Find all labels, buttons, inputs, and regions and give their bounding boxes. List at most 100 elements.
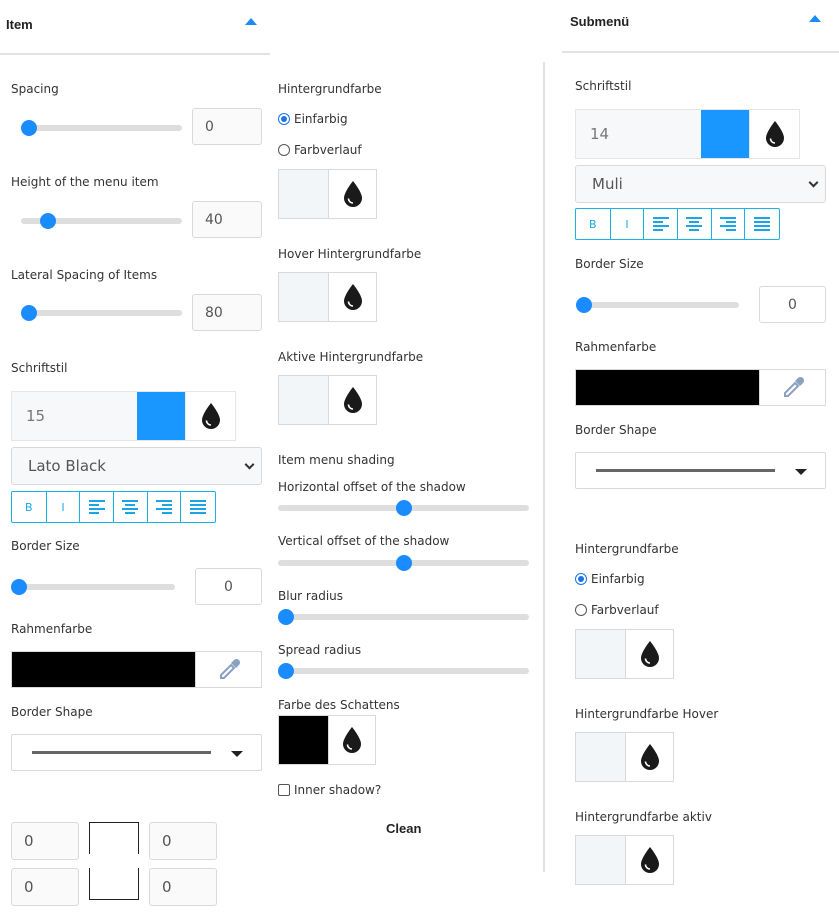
clean-button[interactable]: Clean (386, 821, 421, 836)
submenu-bg-active-picker[interactable] (575, 835, 674, 885)
height-slider[interactable] (21, 213, 182, 229)
italic-button[interactable]: I (45, 492, 80, 522)
color-drop-icon[interactable] (625, 630, 673, 678)
lateral-spacing-slider[interactable] (21, 305, 182, 321)
border-size-value-input[interactable]: 0 (195, 568, 262, 605)
collapse-caret-icon[interactable] (245, 18, 257, 25)
slider-thumb[interactable] (576, 297, 592, 313)
align-right-button[interactable] (710, 209, 745, 239)
background-color-swatch[interactable] (279, 170, 328, 218)
submenu-border-color-picker[interactable] (575, 369, 826, 406)
radio-dot[interactable] (278, 144, 290, 156)
slider-thumb[interactable] (11, 579, 27, 595)
radius-bottom-left-input[interactable]: 0 (11, 868, 79, 906)
color-drop-icon[interactable] (328, 170, 376, 218)
submenu-font-color-swatch[interactable] (700, 110, 750, 158)
color-drop-icon[interactable] (625, 836, 673, 884)
align-justify-button[interactable] (744, 209, 779, 239)
radius-top-left-input[interactable]: 0 (11, 822, 79, 860)
shadow-color-swatch[interactable] (279, 716, 328, 764)
submenu-border-color-swatch[interactable] (576, 370, 759, 405)
shadow-color-picker[interactable] (278, 715, 376, 765)
font-color-swatch[interactable] (136, 392, 186, 440)
spacing-value-input[interactable]: 0 (192, 108, 262, 145)
border-size-slider[interactable] (11, 579, 175, 595)
submenu-border-size-value-input[interactable]: 0 (759, 286, 826, 323)
radio-dot-selected[interactable] (575, 573, 587, 585)
submenu-font-style-label: Schriftstil (575, 79, 632, 93)
submenu-bg-hover-picker[interactable] (575, 732, 674, 782)
slider-thumb[interactable] (395, 555, 412, 571)
slider-thumb[interactable] (278, 663, 294, 679)
checkbox-box[interactable] (278, 784, 290, 796)
color-drop-icon[interactable] (185, 392, 235, 440)
active-background-swatch[interactable] (279, 376, 328, 424)
submenu-bg-hover-swatch[interactable] (576, 733, 625, 781)
slider-track (21, 125, 182, 131)
align-left-button[interactable] (643, 209, 677, 239)
submenu-bg-active-swatch[interactable] (576, 836, 625, 884)
slider-thumb[interactable] (21, 120, 37, 136)
eyedropper-button[interactable] (759, 370, 825, 405)
submenu-radio-solid[interactable]: Einfarbig (575, 572, 645, 586)
italic-button[interactable]: I (609, 209, 644, 239)
active-background-picker[interactable] (278, 375, 377, 425)
spread-radius-slider[interactable] (278, 663, 529, 679)
lateral-spacing-value-input[interactable]: 80 (192, 294, 262, 331)
radio-gradient[interactable]: Farbverlauf (278, 143, 362, 157)
color-drop-icon[interactable] (328, 376, 376, 424)
color-drop-icon[interactable] (328, 273, 376, 321)
submenu-font-family-select[interactable]: Muli (575, 165, 826, 203)
v-offset-label: Vertical offset of the shadow (278, 534, 450, 548)
blur-radius-slider[interactable] (278, 609, 529, 625)
height-value-input[interactable]: 40 (192, 201, 262, 238)
border-shape-select[interactable] (11, 734, 262, 771)
align-justify-button[interactable] (180, 492, 215, 522)
align-right-button[interactable] (146, 492, 181, 522)
collapse-caret-icon[interactable] (809, 15, 821, 22)
slider-thumb[interactable] (395, 500, 412, 516)
submenu-background-picker[interactable] (575, 629, 674, 679)
align-center-button[interactable] (113, 492, 147, 522)
border-color-swatch[interactable] (12, 652, 195, 687)
h-offset-slider[interactable] (278, 500, 529, 516)
bold-button[interactable]: B (12, 492, 46, 522)
submenu-background-swatch[interactable] (576, 630, 625, 678)
radio-solid[interactable]: Einfarbig (278, 112, 348, 126)
submenu-border-size-slider[interactable] (576, 297, 739, 313)
submenu-radio-gradient[interactable]: Farbverlauf (575, 603, 659, 617)
slider-thumb[interactable] (21, 305, 37, 321)
slider-thumb[interactable] (39, 213, 56, 229)
eyedropper-icon (783, 376, 804, 397)
submenu-border-shape-select[interactable] (575, 452, 826, 489)
spacing-slider[interactable] (21, 120, 182, 136)
eyedropper-button[interactable] (195, 652, 261, 687)
radius-bottom-right-input[interactable]: 0 (149, 868, 217, 906)
inner-shadow-checkbox[interactable]: Inner shadow? (278, 783, 381, 797)
v-offset-slider[interactable] (278, 555, 529, 571)
font-size-input[interactable]: 15 (12, 392, 137, 440)
radio-dot-selected[interactable] (278, 113, 290, 125)
radio-dot[interactable] (575, 604, 587, 616)
align-justify-icon (754, 217, 771, 231)
slider-thumb[interactable] (278, 609, 294, 625)
background-color-picker[interactable] (278, 169, 377, 219)
background-color-label: Hintergrundfarbe (278, 82, 382, 96)
align-center-icon (686, 217, 703, 231)
font-family-select[interactable]: Lato Black (11, 447, 262, 485)
border-color-picker[interactable] (11, 651, 262, 688)
dropdown-triangle-icon (795, 468, 807, 475)
submenu-font-size-input[interactable]: 14 (576, 110, 701, 158)
slider-track (21, 310, 182, 316)
hover-background-swatch[interactable] (279, 273, 328, 321)
radius-top-right-input[interactable]: 0 (149, 822, 217, 860)
color-drop-icon[interactable] (625, 733, 673, 781)
hover-background-picker[interactable] (278, 272, 377, 322)
bold-button[interactable]: B (576, 209, 610, 239)
submenu-border-color-label: Rahmenfarbe (575, 340, 657, 354)
submenu-background-label: Hintergrundfarbe (575, 542, 679, 556)
align-center-button[interactable] (677, 209, 711, 239)
color-drop-icon[interactable] (328, 716, 375, 764)
color-drop-icon[interactable] (749, 110, 799, 158)
align-left-button[interactable] (79, 492, 113, 522)
